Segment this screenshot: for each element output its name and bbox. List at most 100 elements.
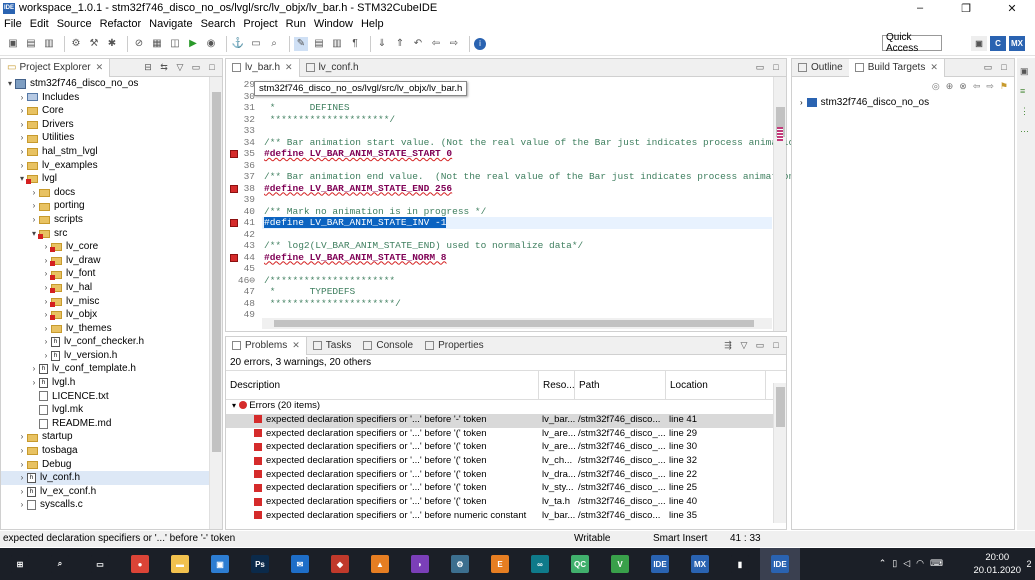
- code-line[interactable]: **********************/: [264, 298, 401, 310]
- menu-help[interactable]: Help: [361, 18, 384, 30]
- tab-lv-conf-h[interactable]: lv_conf.h: [300, 59, 365, 77]
- tab-lv-bar-h[interactable]: lv_bar.h ✕: [226, 58, 300, 77]
- minimize-view-icon[interactable]: ▭: [190, 61, 202, 73]
- problem-row[interactable]: expected declaration specifiers or '...'…: [226, 428, 786, 442]
- menu-window[interactable]: Window: [314, 18, 353, 30]
- close-icon[interactable]: ✕: [96, 62, 104, 73]
- maximize-view-icon[interactable]: □: [770, 339, 782, 351]
- chevron-right-icon[interactable]: ›: [17, 118, 27, 132]
- menu-file[interactable]: File: [4, 18, 22, 30]
- debug-icon[interactable]: ✱: [105, 37, 119, 51]
- build-target-icon[interactable]: ◎: [932, 81, 940, 92]
- info-icon[interactable]: i: [474, 37, 486, 50]
- new-project-icon[interactable]: ◫: [168, 37, 182, 51]
- restore-icon[interactable]: ▣: [1020, 66, 1032, 78]
- chevron-right-icon[interactable]: ›: [29, 199, 39, 213]
- column-header-reso[interactable]: Reso...: [539, 371, 575, 399]
- tree-item[interactable]: › startup: [1, 430, 222, 444]
- forward-icon[interactable]: ⇨: [447, 37, 461, 51]
- code-line[interactable]: * TYPEDEFS: [264, 286, 356, 298]
- chevron-right-icon[interactable]: ›: [41, 349, 51, 363]
- toggle-block-icon[interactable]: ▤: [312, 37, 326, 51]
- chevron-right-icon[interactable]: ›: [17, 104, 27, 118]
- scrollbar-thumb[interactable]: [274, 320, 754, 327]
- chevron-right-icon[interactable]: ›: [29, 213, 39, 227]
- whitespace-icon[interactable]: ¶: [348, 37, 362, 51]
- tree-item[interactable]: › lv_draw: [1, 254, 222, 268]
- problems-scrollbar[interactable]: [773, 383, 786, 523]
- taskbar-visual-studio[interactable]: ◗: [400, 548, 440, 580]
- minimize-view-icon[interactable]: ▭: [982, 61, 994, 73]
- code-line[interactable]: /** log2(LV_BAR_ANIM_STATE_END) used to …: [264, 240, 583, 252]
- tree-item[interactable]: › lv_core: [1, 240, 222, 254]
- taskbar-ide-active[interactable]: IDE: [760, 548, 800, 580]
- maximize-button[interactable]: ❐: [943, 0, 989, 16]
- prev-annotation-icon[interactable]: ⇑: [393, 37, 407, 51]
- notification-count[interactable]: 2: [1023, 548, 1035, 580]
- collapse-all-icon[interactable]: ⊟: [142, 61, 154, 73]
- chevron-right-icon[interactable]: ›: [29, 186, 39, 200]
- problem-row[interactable]: expected declaration specifiers or '...'…: [226, 455, 786, 469]
- minimize-view-icon[interactable]: ▭: [754, 61, 766, 73]
- tab-build-targets[interactable]: Build Targets ✕: [848, 58, 945, 77]
- forward-icon[interactable]: ⇨: [986, 81, 994, 92]
- problem-row[interactable]: expected declaration specifiers or '...'…: [226, 441, 786, 455]
- taskbar-store[interactable]: ▣: [200, 548, 240, 580]
- clock[interactable]: 20:00 20.01.2020: [973, 551, 1021, 577]
- back-icon[interactable]: ⇦: [429, 37, 443, 51]
- wifi-icon[interactable]: ◠: [916, 558, 924, 569]
- chevron-right-icon[interactable]: ›: [800, 98, 803, 107]
- taskbar-taskview[interactable]: ▭: [80, 548, 120, 580]
- tree-item[interactable]: › docs: [1, 186, 222, 200]
- tree-item[interactable]: › Includes: [1, 91, 222, 105]
- minimize-button[interactable]: –: [897, 0, 943, 16]
- network-icon[interactable]: ▯: [892, 558, 897, 569]
- tab-project-explorer[interactable]: ▭ Project Explorer ✕: [1, 58, 111, 77]
- tree-item[interactable]: › porting: [1, 199, 222, 213]
- tree-item[interactable]: › lv_misc: [1, 295, 222, 309]
- skip-breakpoints-icon[interactable]: ⊘: [132, 37, 146, 51]
- chevron-right-icon[interactable]: ›: [17, 145, 27, 159]
- tree-item[interactable]: lvgl.mk: [1, 403, 222, 417]
- scrollbar-thumb[interactable]: [212, 92, 221, 452]
- tree-icon[interactable]: ⋮: [1020, 106, 1032, 118]
- tree-item[interactable]: › scripts: [1, 213, 222, 227]
- problem-row[interactable]: expected declaration specifiers or '...'…: [226, 469, 786, 483]
- tree-item[interactable]: › hal_stm_lvgl: [1, 145, 222, 159]
- chevron-right-icon[interactable]: ›: [17, 430, 27, 444]
- horizontal-scrollbar[interactable]: [262, 318, 772, 329]
- code-line[interactable]: * DEFINES: [264, 102, 350, 114]
- save-all-icon[interactable]: ▥: [42, 37, 56, 51]
- tree-item[interactable]: › Core: [1, 104, 222, 118]
- taskbar-cubemx-green[interactable]: V: [600, 548, 640, 580]
- tree-item[interactable]: ▾ lvgl: [1, 172, 222, 186]
- back-icon[interactable]: ⇦: [973, 81, 981, 92]
- delete-target-icon[interactable]: ⊗: [959, 81, 967, 92]
- taskbar-app-red[interactable]: ◆: [320, 548, 360, 580]
- taskbar-arduino[interactable]: ∞: [520, 548, 560, 580]
- tree-item[interactable]: › lv_examples: [1, 159, 222, 173]
- chevron-right-icon[interactable]: ›: [17, 485, 27, 499]
- tree-item[interactable]: › h lvgl.h: [1, 376, 222, 390]
- tree-item[interactable]: › h lv_ex_conf.h: [1, 485, 222, 499]
- tab-properties[interactable]: Properties: [419, 337, 490, 355]
- code-line[interactable]: #define LV_BAR_ANIM_STATE_INV -1: [264, 217, 447, 229]
- tree-item[interactable]: › lv_font: [1, 267, 222, 281]
- outline-icon[interactable]: ≡: [1020, 86, 1032, 98]
- tree-item[interactable]: › h lv_version.h: [1, 349, 222, 363]
- open-type-icon[interactable]: ⚓: [231, 37, 245, 51]
- hide-icon[interactable]: ⚑: [1000, 81, 1008, 92]
- taskbar-search[interactable]: ⌕: [40, 548, 80, 580]
- chevron-right-icon[interactable]: ›: [17, 159, 27, 173]
- chevron-right-icon[interactable]: ›: [41, 322, 51, 336]
- tree-item[interactable]: › lv_hal: [1, 281, 222, 295]
- menu-edit[interactable]: Edit: [30, 18, 49, 30]
- external-tools-icon[interactable]: ◉: [204, 37, 218, 51]
- menu-source[interactable]: Source: [57, 18, 92, 30]
- chevron-down-icon[interactable]: ▾: [5, 77, 15, 91]
- build-settings-icon[interactable]: ⚙: [69, 37, 83, 51]
- problem-row[interactable]: expected declaration specifiers or '...'…: [226, 482, 786, 496]
- last-edit-icon[interactable]: ↶: [411, 37, 425, 51]
- tree-item[interactable]: ▾ stm32f746_disco_no_os: [1, 77, 222, 91]
- tree-item[interactable]: ▾ src: [1, 227, 222, 241]
